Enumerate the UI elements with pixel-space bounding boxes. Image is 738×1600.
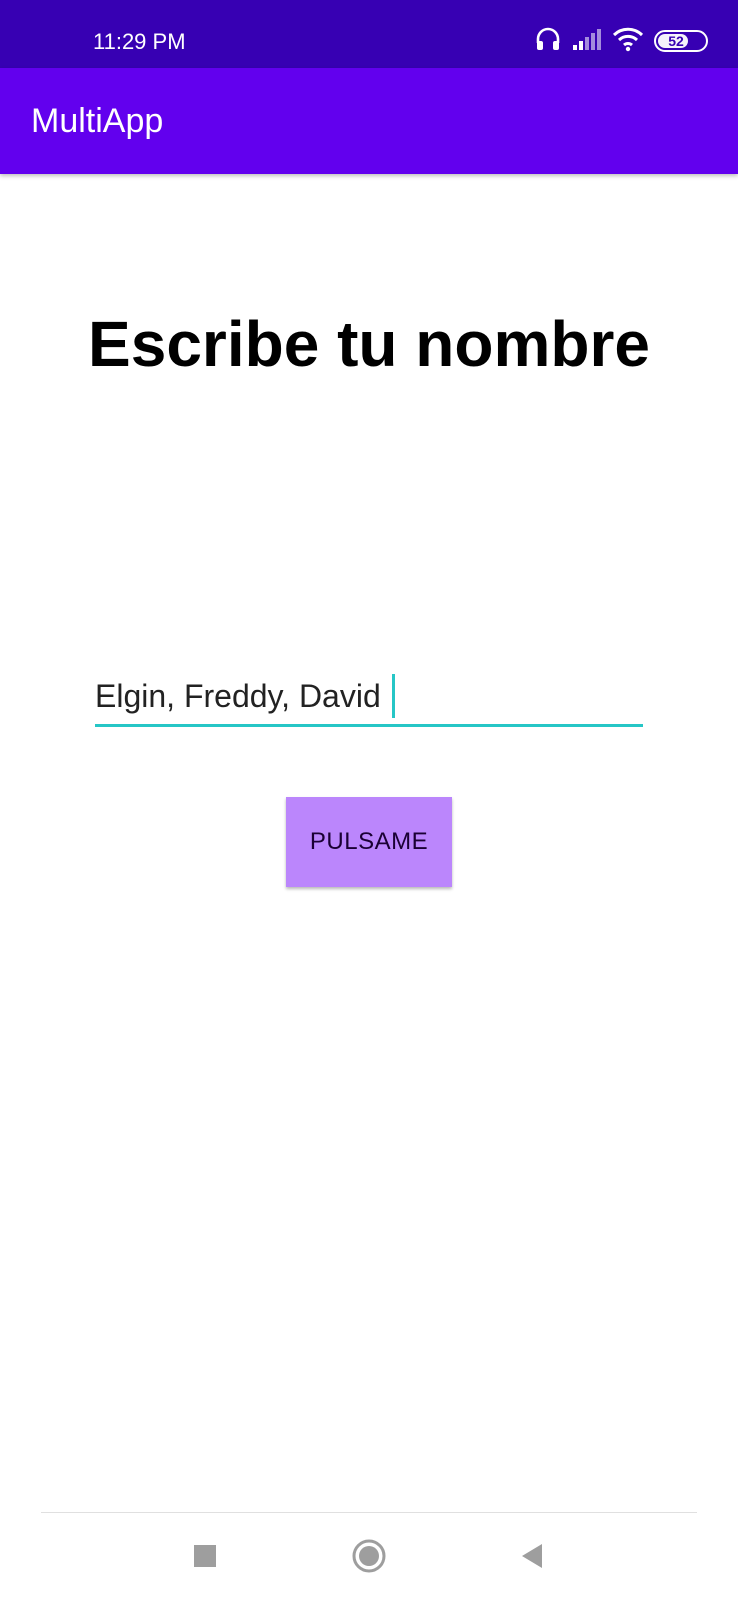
recents-icon[interactable] (183, 1534, 227, 1578)
pulsame-button[interactable]: PULSAME (286, 797, 452, 887)
status-bar: 11:29 PM 52 (0, 0, 738, 68)
battery-icon: 52 (654, 30, 708, 52)
app-title: MultiApp (31, 102, 164, 140)
name-input[interactable]: Elgin, Freddy, David (95, 672, 643, 727)
text-cursor (392, 674, 395, 718)
wifi-icon (612, 26, 644, 57)
navigation-bar (0, 1512, 738, 1600)
back-icon[interactable] (510, 1534, 554, 1578)
name-input-value[interactable]: Elgin, Freddy, David (95, 676, 381, 716)
headphones-icon (534, 25, 562, 58)
status-icons: 52 (534, 26, 708, 56)
battery-level: 52 (668, 33, 684, 49)
page-heading: Escribe tu nombre (88, 308, 650, 380)
status-time: 11:29 PM (93, 29, 186, 54)
nav-divider (41, 1512, 697, 1513)
app-bar: MultiApp (0, 68, 738, 174)
home-icon[interactable] (347, 1534, 391, 1578)
signal-icon (572, 27, 602, 56)
